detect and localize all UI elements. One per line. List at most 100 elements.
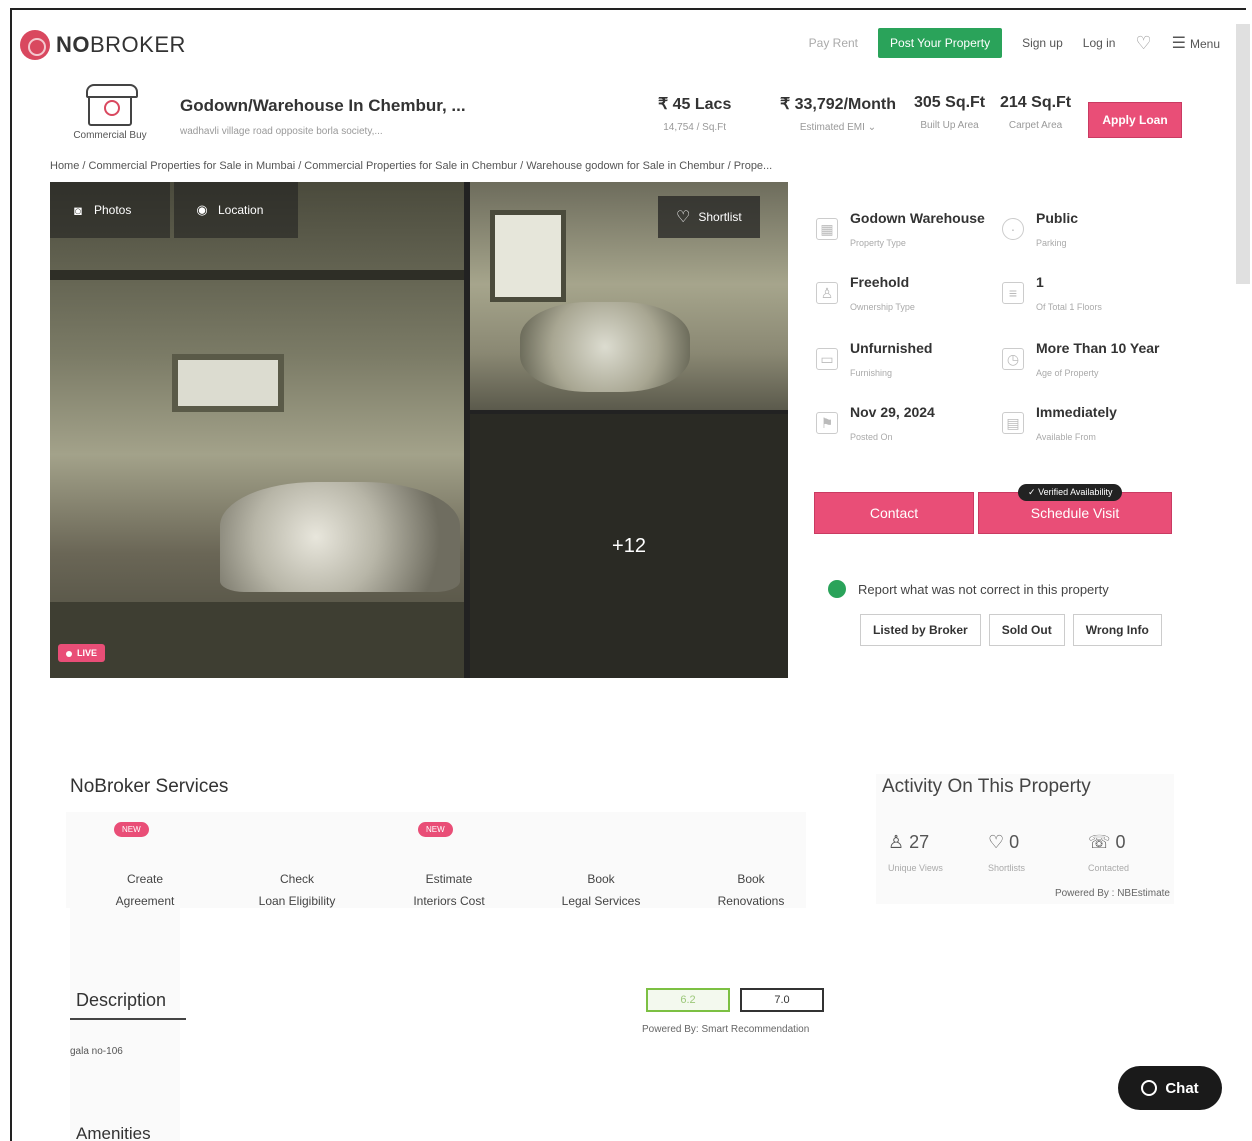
price-stat: ₹ 45 Lacs 14,754 / Sq.Ft [658,94,731,133]
calendar-icon: ▤ [1002,412,1024,434]
menu-button[interactable]: ☰ Menu [1172,33,1220,53]
check-circle-icon: ✓ [1028,487,1036,497]
activity-panel: Activity On This Property ♙ 27 Unique Vi… [876,774,1174,904]
logo-text: NOBROKER [56,32,186,57]
detail-parking: · Public Parking [1000,206,1180,262]
detail-ownership: ♙ Freehold Ownership Type [814,270,994,326]
service-legal[interactable]: Book Legal Services [526,812,676,908]
report-text: Report what was not correct in this prop… [858,581,1109,597]
score-box-2: 7.0 [740,988,824,1012]
heart-icon: ♡ [676,209,691,226]
breadcrumb[interactable]: Home / Commercial Properties for Sale in… [50,160,772,172]
detail-age: ◷ More Than 10 Year Age of Property [1000,336,1180,392]
unique-views-stat: ♙ 27 Unique Views [888,832,943,873]
service-check-loan[interactable]: Check Loan Eligibility [222,812,372,908]
logo[interactable]: NOBROKER [20,30,186,60]
activity-title: Activity On This Property [882,776,1091,797]
user-icon: ♙ [888,832,905,852]
hamburger-icon: ☰ [1171,35,1186,52]
service-create-agreement[interactable]: NEW Create Agreement [70,812,220,908]
compass-icon: ◉ [196,202,208,217]
log-in-link[interactable]: Log in [1083,36,1116,50]
detail-floor: ≡ 1 Of Total 1 Floors [1000,270,1180,326]
property-header: Commercial Buy Godown/Warehouse In Chemb… [62,84,1192,152]
description-title[interactable]: Description [76,990,166,1011]
category-badge: Commercial Buy [68,84,152,141]
wrong-info-button[interactable]: Wrong Info [1072,614,1162,646]
furnishing-icon: ▭ [816,348,838,370]
service-renovations[interactable]: Book Renovations [676,812,826,908]
detail-furnishing: ▭ Unfurnished Furnishing [814,336,994,392]
age-icon: ◷ [1002,348,1024,370]
apply-loan-button[interactable]: Apply Loan [1088,102,1182,138]
price-per-sqft: 14,754 / Sq.Ft [663,122,727,133]
carpet-label: Carpet Area [1008,120,1063,131]
heart-icon: ♡ [988,832,1005,852]
new-badge: NEW [418,822,453,837]
amenities-title[interactable]: Amenities [76,1124,151,1141]
top-nav: NOBROKER Pay Rent Post Your Property Sig… [18,26,1228,66]
photos-tab[interactable]: ◙ Photos [50,182,170,238]
post-property-button[interactable]: Post Your Property [878,28,1003,58]
shortlist-label: Shortlist [698,210,742,224]
nav-actions: Pay Rent Post Your Property Sign up Log … [809,28,1220,58]
floor-icon: ≡ [1002,282,1024,304]
listed-by-broker-button[interactable]: Listed by Broker [860,614,981,646]
detail-posted-on: ⚑ Nov 29, 2024 Posted On [814,400,994,456]
services-list: NEW Create Agreement Check Loan Eligibilit… [66,812,806,908]
carpet-stat: 214 Sq.Ft Carpet Area [1000,94,1071,131]
report-buttons: Listed by Broker Sold Out Wrong Info [860,614,1162,646]
builtup-label: Built Up Area [920,120,979,131]
carpet-value: 214 Sq.Ft [1000,94,1072,111]
logo-icon [20,30,50,60]
shop-icon [86,84,138,126]
price-value: ₹ 45 Lacs [658,96,732,113]
live-badge: LIVE [58,644,106,662]
building-icon: ▦ [816,218,838,240]
contacted-stat: ☏ 0 Contacted [1088,832,1130,873]
flag-icon: ⚑ [816,412,838,434]
builtup-value: 305 Sq.Ft [914,94,986,111]
emi-value: ₹ 33,792/Month [780,96,896,113]
chat-label: Chat [1165,1079,1199,1097]
main-photo[interactable] [50,182,464,678]
camera-icon: ◙ [74,202,82,218]
activity-powered-by: Powered By : NBEstimate [1054,888,1170,899]
report-section: Report what was not correct in this prop… [828,580,1109,598]
new-badge: NEW [114,822,149,837]
services-title: NoBroker Services [70,776,229,797]
location-tab[interactable]: ◉ Location [174,182,298,238]
scrollbar[interactable] [1236,24,1250,284]
sign-up-link[interactable]: Sign up [1022,36,1063,50]
photos-tab-label: Photos [94,203,132,217]
description-text: gala no-106 [70,1046,123,1057]
builtup-stat: 305 Sq.Ft Built Up Area [914,94,985,131]
smart-recommendation-label: Powered By: Smart Recommendation [642,1024,810,1035]
location-tab-label: Location [218,203,264,217]
shortlist-button[interactable]: ♡ Shortlist [658,196,760,238]
shortlists-stat: ♡ 0 Shortlists [988,832,1026,873]
detail-property-type: ▦ Godown Warehouse Property Type [814,206,994,262]
more-photos-tile[interactable]: +12 [470,414,788,678]
sold-out-button[interactable]: Sold Out [988,614,1065,646]
ownership-icon: ♙ [816,282,838,304]
property-title: Godown/Warehouse In Chembur, ... [180,96,466,115]
shortlist-heart-icon[interactable]: ♡ [1135,33,1151,54]
chevron-down-icon: ⌄ [867,122,877,133]
property-address: wadhavli village road opposite borla soc… [180,126,383,137]
description-column [70,908,180,1141]
chat-button[interactable]: Chat [1118,1066,1222,1110]
description-underline [70,1018,186,1020]
emi-label: Estimated EMI ⌄ [799,122,877,133]
score-box-1: 6.2 [646,988,730,1012]
pay-rent-link[interactable]: Pay Rent [809,36,858,50]
service-estimate-interiors[interactable]: NEW Estimate Interiors Cost [374,812,524,908]
phone-icon: ☏ [1088,832,1111,852]
verified-availability-badge: ✓ Verified Availability [1018,484,1123,501]
category-label: Commercial Buy [73,130,147,141]
emi-stat[interactable]: ₹ 33,792/Month Estimated EMI ⌄ [780,94,896,133]
contact-button[interactable]: Contact [814,492,974,534]
photo-gallery[interactable]: +12 ◙ Photos ◉ Location ♡ Shortlist LIVE [50,182,788,678]
more-photos-count: +12 [612,534,646,557]
chat-bubble-icon [1141,1080,1158,1096]
